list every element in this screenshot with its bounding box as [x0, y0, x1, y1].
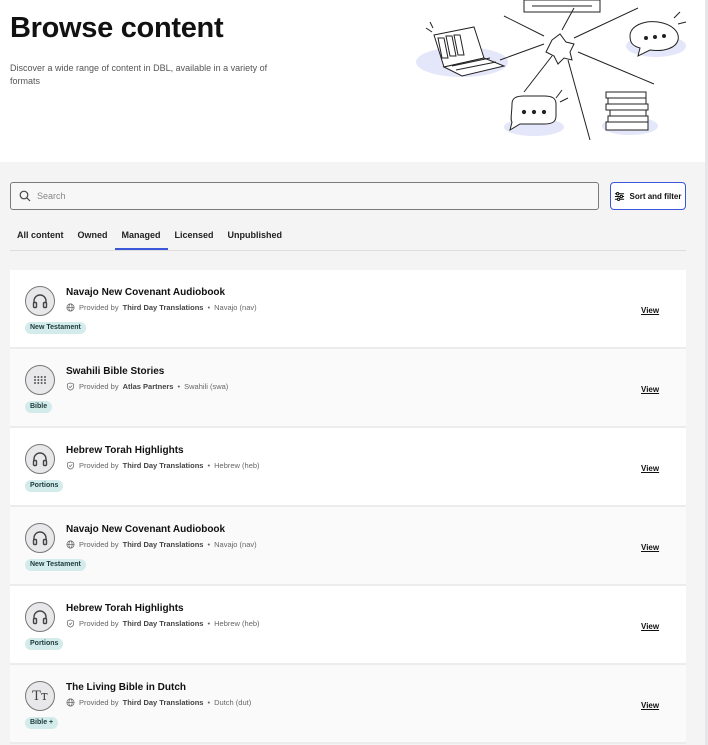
category-badge: New Testament [25, 322, 86, 334]
tab-owned[interactable]: Owned [71, 224, 115, 250]
sort-filter-label: Sort and filter [629, 191, 682, 201]
globe-icon [66, 698, 75, 707]
item-language: Hebrew (heb) [214, 461, 260, 470]
item-language: Swahili (swa) [184, 382, 229, 391]
item-type-badge [25, 444, 55, 474]
provider-name: Third Day Translations [122, 698, 204, 707]
provider-name: Third Day Translations [122, 540, 204, 549]
separator-dot: • [207, 619, 211, 628]
list-item: Navajo New Covenant Audiobook Provided b… [10, 270, 686, 349]
search-field[interactable] [10, 182, 599, 210]
sort-filter-button[interactable]: Sort and filter [610, 182, 686, 210]
item-title: The Living Bible in Dutch [66, 682, 186, 693]
list-item: Hebrew Torah Highlights Provided by Thir… [10, 428, 686, 507]
item-meta: Provided by Third Day Translations • Heb… [66, 461, 260, 470]
provided-by-label: Provided by [79, 382, 119, 391]
provider-name: Third Day Translations [122, 619, 204, 628]
category-badge: Portions [25, 638, 64, 650]
hero-banner: Browse content Discover a wide range of … [0, 0, 708, 162]
globe-icon [66, 303, 75, 312]
list-item: Tт The Living Bible in Dutch Provided by… [10, 665, 686, 744]
list-item: Hebrew Torah Highlights Provided by Thir… [10, 586, 686, 665]
item-title: Swahili Bible Stories [66, 366, 165, 377]
provider-name: Third Day Translations [122, 461, 204, 470]
item-language: Dutch (dut) [214, 698, 252, 707]
provider-name: Atlas Partners [122, 382, 174, 391]
item-type-badge [25, 602, 55, 632]
separator-dot: • [207, 698, 211, 707]
category-badge: Bible + [25, 717, 59, 729]
provider-name: Third Day Translations [122, 303, 204, 312]
browse-illustration [416, 0, 687, 141]
category-badge: Bible [25, 401, 53, 413]
sliders-icon [615, 191, 625, 201]
list-item: Swahili Bible Stories Provided by Atlas … [10, 349, 686, 428]
text-icon: Tт [32, 688, 48, 704]
globe-icon [66, 540, 75, 549]
tab-all-content[interactable]: All content [10, 224, 71, 250]
separator-dot: • [207, 303, 211, 312]
braille-icon [34, 376, 46, 384]
category-badge: New Testament [25, 559, 86, 571]
tab-managed[interactable]: Managed [114, 224, 168, 250]
view-link[interactable]: View [641, 385, 659, 394]
item-language: Navajo (nav) [214, 303, 257, 312]
shield-check-icon [66, 382, 75, 391]
item-type-badge [25, 365, 55, 395]
item-title: Hebrew Torah Highlights [66, 445, 184, 456]
category-badge: Portions [25, 480, 64, 492]
view-link[interactable]: View [641, 306, 659, 315]
content-tabs: All content Owned Managed Licensed Unpub… [10, 224, 686, 251]
item-type-badge [25, 286, 55, 316]
item-language: Navajo (nav) [214, 540, 257, 549]
provided-by-label: Provided by [79, 698, 119, 707]
tab-licensed[interactable]: Licensed [168, 224, 221, 250]
view-link[interactable]: View [641, 543, 659, 552]
item-language: Hebrew (heb) [214, 619, 260, 628]
shield-check-icon [66, 461, 75, 470]
view-link[interactable]: View [641, 464, 659, 473]
page-description: Discover a wide range of content in DBL,… [10, 63, 268, 86]
shield-check-icon [66, 619, 75, 628]
item-meta: Provided by Third Day Translations • Heb… [66, 619, 260, 628]
item-title: Navajo New Covenant Audiobook [66, 287, 226, 298]
item-type-badge: Tт [25, 681, 55, 711]
view-link[interactable]: View [641, 701, 659, 710]
item-meta: Provided by Third Day Translations • Nav… [66, 540, 257, 549]
item-meta: Provided by Atlas Partners • Swahili (sw… [66, 382, 228, 391]
page-title: Browse content [10, 12, 224, 44]
provided-by-label: Provided by [79, 619, 119, 628]
item-meta: Provided by Third Day Translations • Nav… [66, 303, 257, 312]
headphones-icon [32, 610, 48, 625]
separator-dot: • [207, 540, 211, 549]
tab-unpublished[interactable]: Unpublished [221, 224, 290, 250]
headphones-icon [32, 531, 48, 546]
provided-by-label: Provided by [79, 303, 119, 312]
headphones-icon [32, 452, 48, 467]
item-title: Navajo New Covenant Audiobook [66, 524, 226, 535]
headphones-icon [32, 294, 48, 309]
search-icon [19, 190, 31, 202]
item-meta: Provided by Third Day Translations • Dut… [66, 698, 251, 707]
provided-by-label: Provided by [79, 540, 119, 549]
view-link[interactable]: View [641, 622, 659, 631]
list-item: Navajo New Covenant Audiobook Provided b… [10, 507, 686, 586]
item-type-badge [25, 523, 55, 553]
provided-by-label: Provided by [79, 461, 119, 470]
separator-dot: • [177, 382, 181, 391]
content-list: Navajo New Covenant Audiobook Provided b… [10, 270, 686, 744]
separator-dot: • [207, 461, 211, 470]
item-title: Hebrew Torah Highlights [66, 603, 184, 614]
search-input[interactable] [37, 191, 577, 201]
